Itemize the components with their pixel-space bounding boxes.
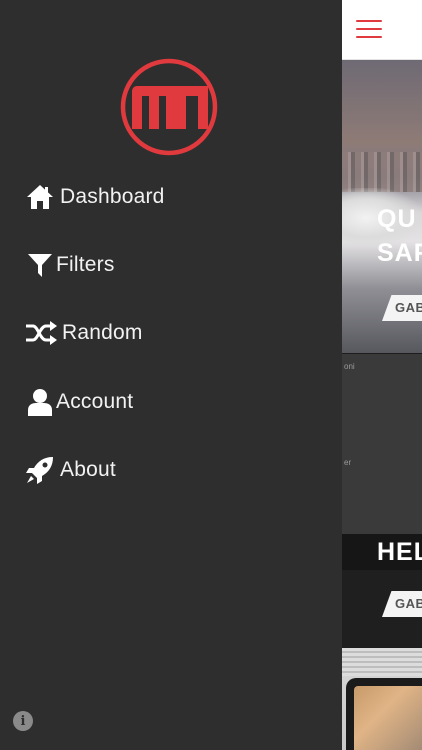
- top-bar: [342, 0, 422, 60]
- user-icon: [26, 388, 54, 416]
- menu-item-label: Random: [62, 321, 143, 344]
- hamburger-menu-icon[interactable]: [356, 20, 382, 40]
- menu-item-random[interactable]: Random: [26, 316, 143, 350]
- device-image: [346, 678, 422, 750]
- device-screen-image: [354, 686, 422, 750]
- menu-item-label: Account: [56, 390, 134, 413]
- filter-icon: [26, 251, 54, 279]
- screenshot-text-fragment: er: [344, 458, 352, 467]
- shuffle-icon: [26, 319, 58, 347]
- window-blinds-image: [342, 648, 422, 676]
- menu-item-label: Dashboard: [60, 185, 165, 208]
- menu-item-label: Filters: [56, 253, 115, 276]
- city-skyline-image: [342, 152, 422, 192]
- article-card[interactable]: [342, 648, 422, 750]
- menu-item-account[interactable]: Account: [26, 385, 133, 419]
- menu-item-label: About: [60, 458, 116, 481]
- rocket-icon: [26, 456, 54, 484]
- menu-item-filters[interactable]: Filters: [26, 248, 115, 282]
- card-title-line: QU: [377, 205, 417, 233]
- navigation-drawer: Dashboard Filters Random Account About i: [0, 0, 342, 750]
- screenshot-text-fragment: oni: [344, 362, 355, 371]
- menu-item-dashboard[interactable]: Dashboard: [26, 180, 165, 214]
- author-badge-text: GAB: [395, 300, 422, 315]
- article-card[interactable]: QU SAF GAB: [342, 60, 422, 353]
- home-icon: [26, 183, 54, 211]
- main-content: QU SAF GAB oni er HEL GAB: [342, 0, 422, 750]
- card-title-line: HEL: [377, 538, 422, 566]
- menu-item-about[interactable]: About: [26, 453, 116, 487]
- author-badge-text: GAB: [395, 596, 422, 611]
- article-card[interactable]: oni er HEL GAB: [342, 354, 422, 647]
- card-title-line: SAF: [377, 239, 422, 267]
- info-icon[interactable]: i: [13, 711, 33, 731]
- m1-logo: [120, 58, 218, 156]
